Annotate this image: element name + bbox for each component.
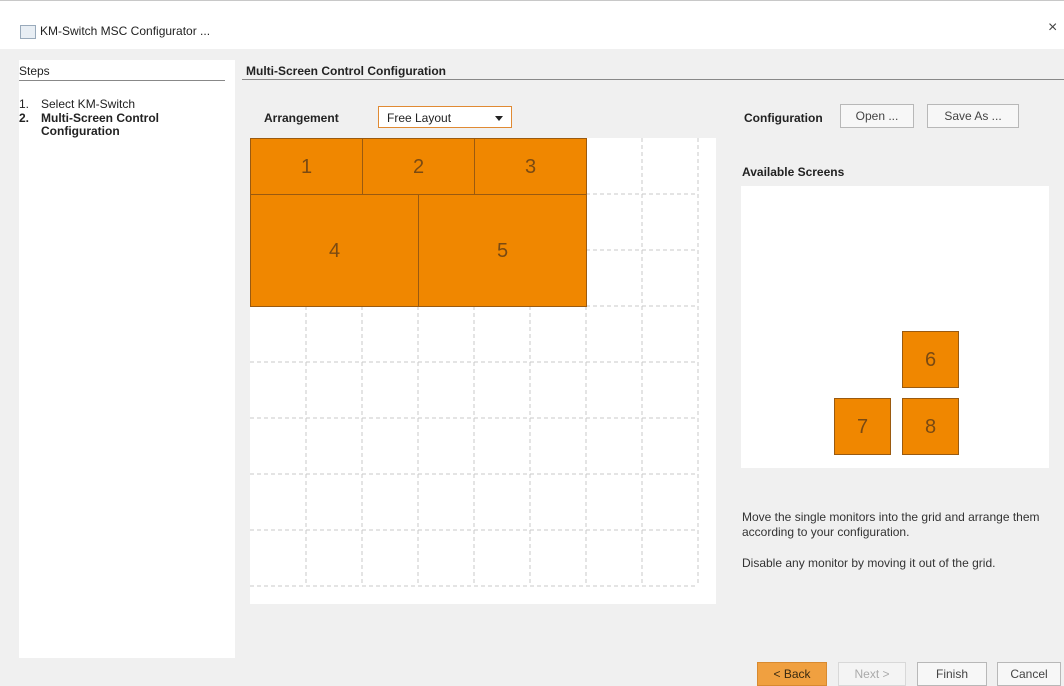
configuration-label: Configuration — [744, 111, 823, 125]
step-number: 1. — [19, 97, 30, 111]
monitor-tile[interactable]: 7 — [834, 398, 891, 455]
monitor-number: 8 — [924, 416, 937, 438]
hint-disable-monitor: Disable any monitor by moving it out of … — [742, 556, 996, 570]
monitor-tile[interactable]: 3 — [474, 138, 587, 195]
finish-button[interactable]: Finish — [917, 662, 987, 686]
section-divider — [242, 79, 1064, 80]
arrangement-select[interactable]: Free Layout — [378, 106, 512, 128]
monitor-number: 1 — [300, 156, 313, 178]
monitor-number: 4 — [328, 240, 341, 262]
back-button[interactable]: < Back — [757, 662, 827, 686]
window-title: KM-Switch MSC Configurator ... — [40, 24, 211, 38]
monitor-number: 6 — [924, 349, 937, 371]
monitor-number: 5 — [496, 240, 509, 262]
hint-move-monitors: Move the single monitors into the grid a… — [742, 510, 1040, 539]
monitor-tile[interactable]: 2 — [362, 138, 475, 195]
available-screens-area[interactable]: 6 7 8 — [741, 186, 1049, 468]
next-button[interactable]: Next > — [838, 662, 906, 686]
step-label: Select KM-Switch — [41, 97, 136, 111]
chevron-down-icon — [495, 116, 503, 121]
steps-divider — [19, 80, 225, 81]
page-title: Multi-Screen Control Configuration — [246, 64, 446, 78]
monitor-number: 7 — [856, 416, 869, 438]
steps-panel: Steps 1. Select KM-Switch 2. Multi-Scree… — [19, 60, 235, 658]
monitor-number: 3 — [524, 156, 537, 178]
layout-grid[interactable]: 1 2 3 4 5 — [250, 138, 716, 604]
save-as-button[interactable]: Save As ... — [927, 104, 1019, 128]
monitor-tile[interactable]: 5 — [418, 194, 587, 307]
app-icon — [20, 25, 36, 39]
monitor-tile[interactable]: 6 — [902, 331, 959, 388]
step-label: Multi-Screen Control Configuration — [41, 111, 160, 138]
monitor-tile[interactable]: 1 — [250, 138, 363, 195]
cancel-button[interactable]: Cancel — [997, 662, 1061, 686]
steps-title: Steps — [19, 64, 50, 78]
open-button[interactable]: Open ... — [840, 104, 914, 128]
available-screens-label: Available Screens — [742, 165, 845, 179]
title-bar: KM-Switch MSC Configurator ... × — [0, 0, 1064, 49]
monitor-tile[interactable]: 4 — [250, 194, 419, 307]
monitor-tile[interactable]: 8 — [902, 398, 959, 455]
step-number: 2. — [19, 111, 30, 125]
monitor-number: 2 — [412, 156, 425, 178]
arrangement-label: Arrangement — [264, 111, 339, 125]
close-icon[interactable]: × — [1048, 19, 1057, 37]
arrangement-value: Free Layout — [387, 111, 452, 125]
configurator-window: KM-Switch MSC Configurator ... × Steps 1… — [0, 0, 1064, 686]
